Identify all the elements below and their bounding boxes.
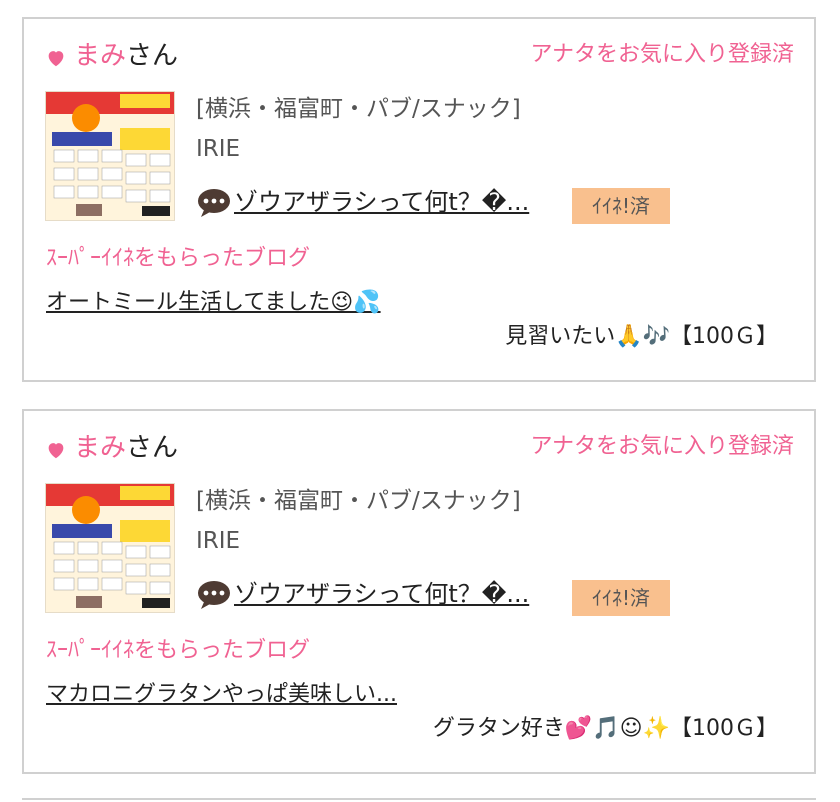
- user-name-link[interactable]: まみ: [74, 431, 126, 465]
- post-title-link[interactable]: ゾウアザラシって何t？�...: [234, 185, 529, 219]
- user-name-suffix: さん: [126, 433, 179, 463]
- speech-bubble-icon: [198, 189, 230, 217]
- next-card-edge: [22, 798, 816, 802]
- blog-title-link[interactable]: マカロニグラタンやっぱ美味しい...: [46, 679, 397, 711]
- shop-area: [横浜・福富町・パブ/スナック]: [196, 488, 521, 514]
- super-like-label: ｽｰﾊﾟｰｲｲﾈをもらったブログ: [46, 638, 311, 663]
- like-done-badge: ｲｲﾈ!済: [572, 188, 670, 224]
- event-flyer-thumbnail[interactable]: [45, 91, 175, 221]
- heart-icon: [48, 443, 64, 459]
- shop-area: [横浜・福富町・パブ/スナック]: [196, 96, 521, 122]
- post-title-link[interactable]: ゾウアザラシって何t？�...: [234, 577, 529, 611]
- event-flyer-thumbnail[interactable]: [45, 483, 175, 613]
- shop-name[interactable]: IRIE: [196, 525, 240, 557]
- favorite-status: アナタをお気に入り登録済: [530, 42, 794, 67]
- user-name-suffix: さん: [126, 41, 179, 71]
- notification-feed: まみ さん アナタをお気に入り登録済 [横浜・福富町・パブ/スナック] IRIE…: [0, 0, 840, 802]
- super-like-label: ｽｰﾊﾟｰｲｲﾈをもらったブログ: [46, 246, 311, 271]
- favorite-status: アナタをお気に入り登録済: [530, 434, 794, 459]
- reply-message: 見習いたい🙏🎶【100Ｇ】: [505, 324, 778, 349]
- like-done-badge: ｲｲﾈ!済: [572, 580, 670, 616]
- speech-bubble-icon: [198, 581, 230, 609]
- heart-icon: [48, 51, 64, 67]
- user-name-link[interactable]: まみ: [74, 39, 126, 73]
- notification-card: まみ さん アナタをお気に入り登録済 [横浜・福富町・パブ/スナック] IRIE…: [22, 17, 816, 382]
- reply-message: グラタン好き💕🎵☺✨【100Ｇ】: [432, 716, 778, 741]
- notification-card: まみ さん アナタをお気に入り登録済 [横浜・福富町・パブ/スナック] IRIE…: [22, 409, 816, 774]
- shop-name[interactable]: IRIE: [196, 133, 240, 165]
- blog-title-link[interactable]: オートミール生活してました😉💦: [46, 287, 381, 319]
